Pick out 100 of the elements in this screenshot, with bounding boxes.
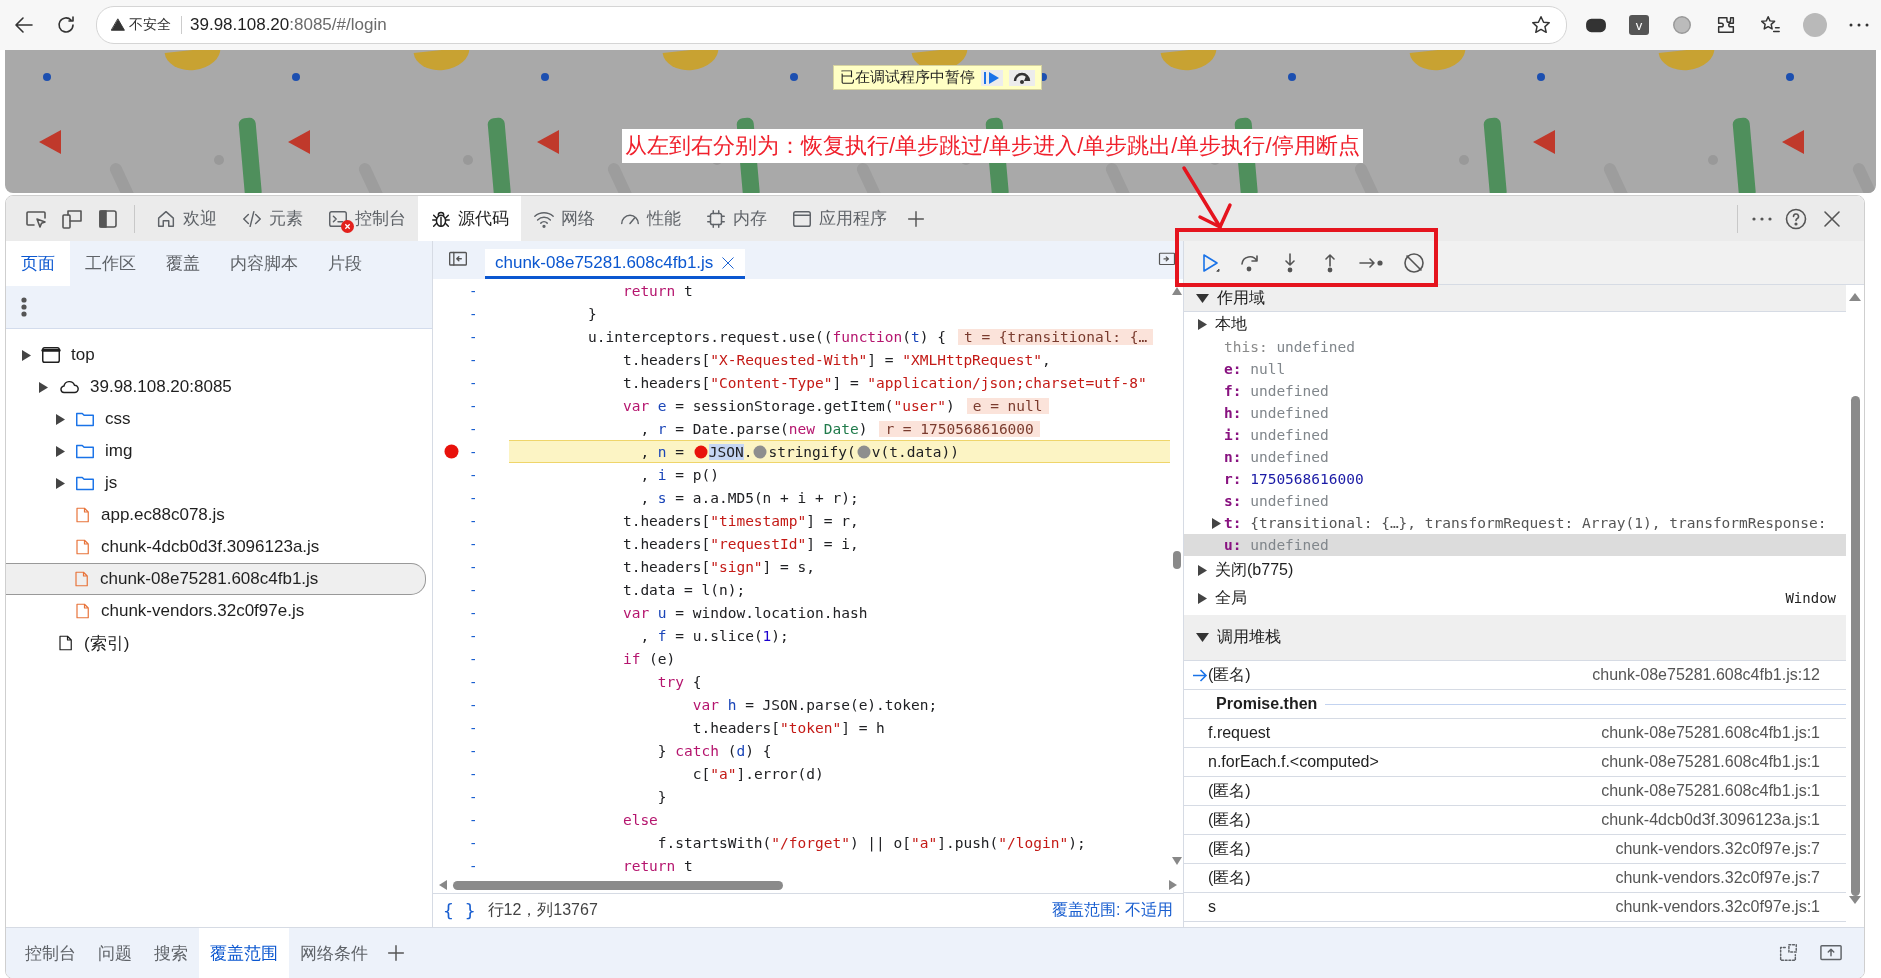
scroll-up-icon[interactable] (1171, 287, 1182, 295)
tree-row[interactable]: 39.98.108.20:8085 (6, 371, 426, 403)
scroll-right-icon[interactable] (1169, 880, 1177, 890)
expand-arrow-icon[interactable] (1198, 318, 1207, 330)
breakpoint-dot-icon[interactable] (856, 444, 871, 459)
puzzle-icon[interactable] (1715, 14, 1737, 36)
navigator-tab[interactable]: 工作区 (70, 241, 151, 286)
variable-row[interactable]: s: undefined (1184, 490, 1846, 512)
drawer-tab[interactable]: 控制台 (14, 928, 87, 978)
variable-row[interactable]: t: {transitional: {…}, transformRequest: Array(1), transformResponse: (1184, 512, 1846, 534)
security-label[interactable]: 不安全 (129, 16, 171, 34)
code-text: , s = a.a.MD5(n + i + r); (639, 489, 859, 506)
tree-row[interactable]: top (6, 339, 426, 371)
step-over-button[interactable] (1009, 69, 1035, 86)
resume-button[interactable] (981, 69, 1003, 86)
code-text: t.headers["timestamp"] = r, (621, 512, 859, 529)
variable-row[interactable]: i: undefined (1184, 424, 1846, 446)
variable-row[interactable]: r: 1750568616000 (1184, 468, 1846, 490)
globe-icon[interactable] (1671, 14, 1693, 36)
call-frame-row[interactable]: (匿名) chunk-08e75281.608c4fb1.js:1 (1184, 777, 1846, 806)
collapse-arrow-icon[interactable] (1196, 633, 1209, 642)
pretty-print-button[interactable]: { } (443, 899, 476, 921)
close-icon[interactable] (721, 256, 736, 270)
extension-button[interactable]: v (1629, 15, 1649, 35)
source-location[interactable]: chunk-08e75281.608c4fb1.js:1 (1601, 724, 1820, 742)
scroll-up-icon[interactable] (1849, 293, 1861, 301)
variable-row[interactable]: n: undefined (1184, 446, 1846, 468)
source-location[interactable]: chunk-08e75281.608c4fb1.js:1 (1601, 753, 1820, 771)
navigator-tab[interactable]: 覆盖 (151, 241, 215, 286)
navigator-tab[interactable]: 片段 (313, 241, 377, 286)
call-frame-row[interactable]: (匿名) chunk-08e75281.608c4fb1.js:12 (1184, 661, 1846, 690)
source-location[interactable]: chunk-08e75281.608c4fb1.js:12 (1592, 666, 1820, 684)
scrollbar-thumb[interactable] (1850, 396, 1860, 896)
expand-arrow-icon[interactable] (55, 413, 65, 425)
scope-section-label[interactable]: 本地 (1215, 313, 1247, 335)
tree-row[interactable]: css (6, 403, 426, 435)
call-frame-row[interactable]: f.request chunk-08e75281.608c4fb1.js:1 (1184, 719, 1846, 748)
more-icon[interactable] (1849, 23, 1869, 27)
scrollbar-thumb[interactable] (453, 880, 783, 890)
devtools-tab[interactable]: 元素 (229, 196, 315, 241)
collapse-arrow-icon[interactable] (1196, 293, 1209, 303)
expand-arrow-icon[interactable] (1198, 592, 1207, 604)
variable-row[interactable]: f: undefined (1184, 380, 1846, 402)
call-frame-row[interactable]: s chunk-vendors.32c0f97e.js:1 (1184, 893, 1846, 922)
scrollbar-thumb[interactable] (1172, 551, 1181, 569)
tree-row[interactable]: chunk-4dcb0d3f.3096123a.js (6, 531, 426, 563)
code-text: if (e) (621, 650, 676, 667)
call-frame-row[interactable]: (匿名) chunk-vendors.32c0f97e.js:7 (1184, 835, 1846, 864)
breakpoint-icon[interactable] (443, 444, 459, 459)
tree-row[interactable]: chunk-vendors.32c0f97e.js (6, 595, 426, 627)
scroll-left-icon[interactable] (439, 880, 447, 890)
tree-row[interactable]: app.ec88c078.js (6, 499, 426, 531)
devtools-tab[interactable]: 应用程序 (779, 196, 899, 241)
devtools-tab[interactable]: 控制台 (315, 196, 418, 241)
source-location[interactable]: chunk-vendors.32c0f97e.js:1 (1615, 898, 1820, 916)
devtools-tab[interactable]: 内存 (693, 196, 779, 241)
source-location[interactable]: chunk-08e75281.608c4fb1.js:1 (1601, 782, 1820, 800)
call-frame-row[interactable]: (匿名) chunk-vendors.32c0f97e.js:7 (1184, 864, 1846, 893)
breakpoint-dot-icon[interactable] (693, 444, 708, 459)
expand-arrow-icon[interactable] (1198, 564, 1207, 576)
scope-section-label[interactable]: 全局 (1215, 587, 1247, 609)
scope-section-label[interactable]: 关闭(b775) (1215, 559, 1294, 581)
source-location[interactable]: chunk-4dcb0d3f.3096123a.js:1 (1601, 811, 1820, 829)
expand-arrow-icon[interactable] (55, 477, 65, 489)
frame-window-icon (40, 344, 62, 366)
navigator-tab[interactable]: 页面 (6, 241, 70, 286)
source-location[interactable]: chunk-vendors.32c0f97e.js:7 (1615, 869, 1820, 887)
expand-arrow-icon[interactable] (1212, 517, 1221, 529)
drawer-tab[interactable]: 问题 (87, 928, 143, 978)
address-bar[interactable]: 不安全 39.98.108.20:8085/#/login (96, 6, 1567, 44)
breakpoint-dot-icon[interactable] (753, 444, 768, 459)
devtools-tab[interactable]: 欢迎 (143, 196, 229, 241)
navigator-tab[interactable]: 内容脚本 (215, 241, 313, 286)
call-stack-pane-header[interactable]: 调用堆栈 (1184, 615, 1846, 661)
expand-arrow-icon[interactable] (21, 349, 31, 361)
devtools-tab[interactable]: 性能 (607, 196, 693, 241)
call-frame-row[interactable]: (匿名) chunk-4dcb0d3f.3096123a.js:1 (1184, 806, 1846, 835)
selected-variable-row[interactable]: u: undefined (1184, 534, 1846, 556)
tree-row[interactable]: js (6, 467, 426, 499)
devtools-tab[interactable]: 源代码 (418, 196, 521, 241)
expand-arrow-icon[interactable] (38, 381, 48, 393)
variable-row[interactable]: this: undefined (1184, 336, 1846, 358)
tree-row[interactable]: img (6, 435, 426, 467)
devtools-tab[interactable]: 网络 (521, 196, 607, 241)
line-marker: - (469, 374, 478, 391)
expand-arrow-icon[interactable] (55, 445, 65, 457)
variable-row[interactable]: e: null (1184, 358, 1846, 380)
drawer-tab[interactable]: 覆盖范围 (199, 928, 289, 978)
scope-pane-header[interactable]: 作用域 (1184, 285, 1846, 312)
drawer-tab[interactable]: 网络条件 (289, 928, 379, 978)
selected-tree-item[interactable]: chunk-08e75281.608c4fb1.js (6, 563, 426, 595)
variable-row[interactable]: h: undefined (1184, 402, 1846, 424)
star-icon[interactable] (1530, 14, 1552, 36)
source-location[interactable]: chunk-vendors.32c0f97e.js:7 (1615, 840, 1820, 858)
scroll-down-icon[interactable] (1171, 857, 1182, 865)
coverage-link[interactable]: 覆盖范围: 不适用 (1052, 899, 1173, 921)
file-tab[interactable]: chunk-08e75281.608c4fb1.js (485, 249, 746, 279)
tree-row[interactable]: (索引) (6, 627, 426, 659)
call-frame-row[interactable]: n.forEach.f.<computed> chunk-08e75281.608c4fb1.js:1 (1184, 748, 1846, 777)
drawer-tab[interactable]: 搜索 (143, 928, 199, 978)
